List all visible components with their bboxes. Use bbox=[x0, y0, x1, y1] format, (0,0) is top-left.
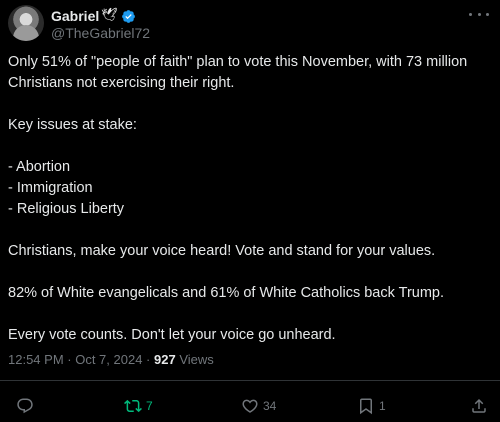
views-count: 927 bbox=[154, 352, 176, 367]
author-name-row: Gabriel 🕊 bbox=[51, 7, 136, 25]
reply-icon bbox=[17, 398, 33, 414]
meta-separator: · bbox=[142, 352, 154, 367]
bookmark-count: 1 bbox=[379, 399, 386, 413]
verified-badge-icon bbox=[121, 9, 135, 23]
share-icon bbox=[472, 398, 486, 413]
like-count: 34 bbox=[263, 399, 277, 413]
retweet-count: 7 bbox=[146, 399, 153, 413]
tweet-line-gap bbox=[8, 136, 488, 157]
tweet-header: Gabriel 🕊 @TheGabriel72 bbox=[0, 0, 500, 50]
avatar[interactable] bbox=[8, 5, 44, 41]
tweet-line-gap bbox=[8, 220, 488, 241]
like-button[interactable]: 34 bbox=[241, 395, 276, 417]
tweet-line: Christians, make your voice heard! Vote … bbox=[8, 243, 436, 259]
tweet-line-gap bbox=[8, 94, 488, 115]
dove-emoji-icon: 🕊 bbox=[101, 7, 118, 22]
action-bar: 7 34 1 bbox=[0, 395, 500, 417]
retweet-icon bbox=[124, 399, 142, 413]
author-display-name[interactable]: Gabriel bbox=[51, 8, 99, 24]
author-handle[interactable]: @TheGabriel72 bbox=[51, 25, 150, 41]
bookmark-button[interactable]: 1 bbox=[357, 395, 386, 417]
tweet-line: - Religious Liberty bbox=[8, 201, 125, 217]
tweet-line-gap bbox=[8, 304, 488, 325]
divider bbox=[0, 380, 500, 381]
heart-icon bbox=[242, 399, 258, 413]
tweet-line-gap bbox=[8, 262, 488, 283]
tweet-text: Only 51% of "people of faith" plan to vo… bbox=[8, 52, 488, 346]
reply-button[interactable] bbox=[16, 395, 34, 417]
tweet-line: Only 51% of "people of faith" plan to vo… bbox=[8, 54, 468, 91]
tweet-line: - Immigration bbox=[8, 180, 93, 196]
tweet-line: Key issues at stake: bbox=[8, 117, 137, 133]
tweet-line: Every vote counts. Don't let your voice … bbox=[8, 327, 336, 343]
tweet-meta: 12:54 PM · Oct 7, 2024 · 927 Views bbox=[8, 352, 214, 367]
share-button[interactable] bbox=[470, 395, 488, 417]
retweet-button[interactable]: 7 bbox=[124, 395, 153, 417]
bookmark-icon bbox=[360, 398, 372, 415]
tweet-date[interactable]: Oct 7, 2024 bbox=[75, 352, 142, 367]
meta-separator: · bbox=[63, 352, 76, 367]
tweet-line: 82% of White evangelicals and 61% of Whi… bbox=[8, 285, 445, 301]
views-label: Views bbox=[175, 352, 214, 367]
tweet-line: - Abortion bbox=[8, 159, 71, 175]
tweet-time[interactable]: 12:54 PM bbox=[8, 352, 64, 367]
more-options-icon[interactable] bbox=[469, 6, 489, 22]
